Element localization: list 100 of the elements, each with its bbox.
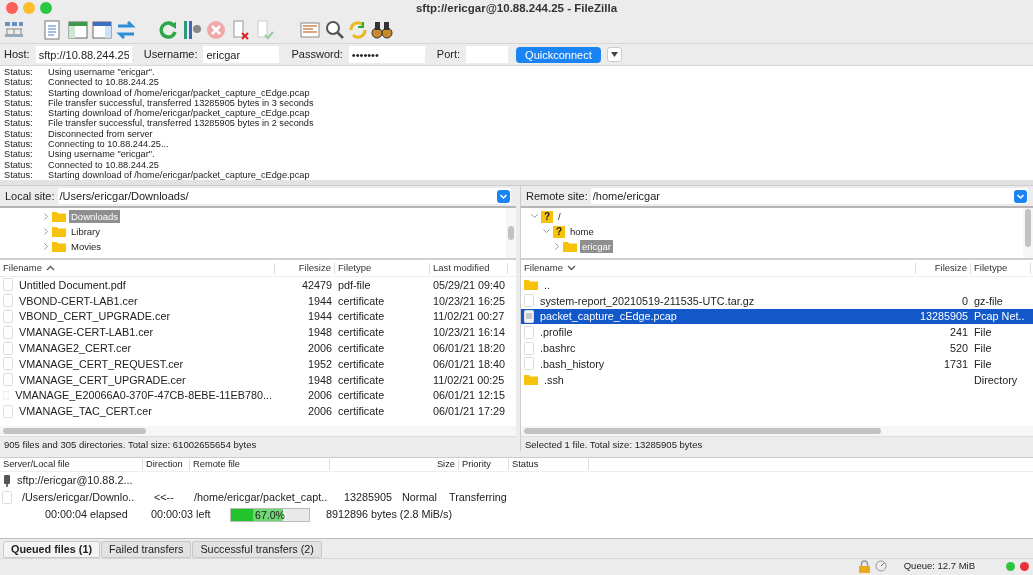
chevron-down-icon[interactable] bbox=[543, 229, 550, 234]
chevron-right-icon[interactable] bbox=[44, 213, 49, 220]
table-cell-text: 2006 bbox=[307, 388, 332, 404]
lock-icon bbox=[858, 559, 870, 573]
table-cell-text: 10/23/21 16:25 bbox=[433, 293, 506, 309]
tree-item[interactable]: Library bbox=[69, 225, 103, 238]
input-field[interactable]: ••••••• bbox=[348, 46, 425, 63]
file-row[interactable]: .bashrc 520 File bbox=[521, 340, 1033, 356]
column-header[interactable]: Direction bbox=[143, 459, 190, 470]
log-message: Using username "ericgar". bbox=[48, 67, 155, 78]
file-row[interactable]: packet_capture_cEdge.pcap 13285905 Pcap Net.. bbox=[521, 308, 1033, 325]
column-header[interactable]: Filename bbox=[521, 262, 916, 274]
file-row[interactable]: VMANAGE_CERT_UPGRADE.cer 1948 certificate 11/02/21 00:25 bbox=[0, 371, 516, 388]
input-field[interactable]: ericgar bbox=[203, 46, 280, 63]
file-name: VMANAGE_E20066A0-370F-47CB-8EBE-11EB780... bbox=[15, 388, 272, 404]
column-header[interactable]: Filename bbox=[0, 262, 275, 274]
column-header[interactable]: Last modified bbox=[430, 262, 508, 274]
column-header[interactable]: Server/Local file bbox=[0, 459, 143, 470]
file-name: packet_capture_cEdge.pcap bbox=[540, 309, 677, 325]
table-cell: 42479 bbox=[301, 277, 332, 293]
file-row[interactable]: .. bbox=[521, 277, 1033, 293]
file-name: VBOND_CERT_UPGRADE.cer bbox=[19, 309, 170, 325]
chevron-right-icon[interactable] bbox=[555, 243, 560, 250]
file-name: Untitled Document.pdf bbox=[19, 277, 126, 293]
tab[interactable]: Failed transfers bbox=[101, 541, 192, 558]
column-header[interactable]: Filesize bbox=[275, 262, 335, 274]
tab[interactable]: Successful transfers (2) bbox=[192, 541, 322, 558]
panel-icon[interactable] bbox=[91, 18, 113, 41]
file-icon bbox=[524, 294, 534, 308]
refresh-icon[interactable] bbox=[157, 18, 179, 41]
transfer-arrows-icon[interactable] bbox=[115, 18, 137, 41]
log-message: File transfer successful, transferred 13285905 bytes in 2 seconds bbox=[48, 118, 314, 129]
column-header[interactable]: Status bbox=[509, 459, 589, 470]
table-cell-text: 1944 bbox=[307, 293, 332, 309]
input-field[interactable]: sftp://10.88.244.25 bbox=[35, 46, 132, 63]
log-message: Using username "ericgar". bbox=[48, 149, 155, 160]
scrollbar[interactable] bbox=[506, 208, 516, 258]
file-icon bbox=[3, 278, 13, 292]
file-name: .bash_history bbox=[540, 356, 605, 372]
sliders-icon[interactable] bbox=[181, 18, 203, 41]
panel-icon[interactable] bbox=[67, 18, 89, 41]
search-icon[interactable] bbox=[323, 18, 345, 41]
path-field[interactable]: /Users/ericgar/Downloads/ bbox=[57, 188, 511, 204]
chevron-right-icon[interactable] bbox=[44, 243, 49, 250]
field-label: Password: bbox=[291, 47, 343, 63]
activity-light-icon bbox=[1020, 561, 1029, 571]
table-cell-text: 13285905 bbox=[919, 309, 968, 325]
column-header[interactable]: Remote file bbox=[190, 459, 330, 470]
chevron-right-icon[interactable] bbox=[44, 228, 49, 235]
chevron-down-icon[interactable] bbox=[531, 214, 538, 219]
table-cell-text: 1948 bbox=[307, 372, 332, 388]
tab[interactable]: Queued files (1) bbox=[3, 541, 100, 558]
file-row[interactable]: .profile 241 File bbox=[521, 324, 1033, 341]
table-cell-text: certificate bbox=[338, 341, 385, 356]
minimize-button[interactable] bbox=[23, 2, 35, 14]
file-row[interactable]: VBOND-CERT-LAB1.cer 1944 certificate 10/23/21 16:25 bbox=[0, 292, 516, 309]
caret-icon bbox=[610, 52, 618, 57]
path-field[interactable]: /home/ericgar bbox=[590, 188, 1028, 204]
file-row[interactable]: VMANAGE2_CERT.cer 2006 certificate 06/01/21 18:20 bbox=[0, 340, 516, 356]
file-row[interactable]: VMANAGE-CERT-LAB1.cer 1948 certificate 10/23/21 16:14 bbox=[0, 324, 516, 341]
tree-item[interactable]: Movies bbox=[69, 240, 104, 253]
file-row[interactable]: system-report_20210519-211535-UTC.tar.gz 0 gz-file bbox=[521, 292, 1033, 309]
log-label: Status: bbox=[3, 87, 34, 98]
file-row[interactable]: VMANAGE_CERT_REQUEST.cer 1952 certificate 06/01/21 18:40 bbox=[0, 356, 516, 372]
tree-item[interactable]: home bbox=[568, 225, 596, 238]
table-cell-text: 1952 bbox=[307, 356, 332, 372]
document-icon[interactable] bbox=[41, 18, 63, 41]
file-name: VMANAGE_TAC_CERT.cer bbox=[19, 404, 152, 420]
scrollbar[interactable] bbox=[521, 426, 1033, 436]
window-title: sftp://ericgar@10.88.244.25 - FileZilla bbox=[415, 1, 618, 16]
table-cell-text: File bbox=[974, 341, 992, 356]
table-cell-text: File bbox=[974, 325, 992, 341]
file-row[interactable]: VMANAGE_TAC_CERT.cer 2006 certificate 06/01/21 17:29 bbox=[0, 403, 516, 420]
file-row[interactable]: .ssh Directory bbox=[521, 371, 1033, 388]
zoom-button[interactable] bbox=[40, 2, 52, 14]
dropdown-button[interactable] bbox=[606, 47, 622, 62]
column-header[interactable]: Priority bbox=[459, 459, 509, 470]
scrollbar[interactable] bbox=[1023, 208, 1033, 258]
log-message: Connected to 10.88.244.25 bbox=[48, 159, 159, 170]
column-header[interactable]: Filetype bbox=[335, 262, 430, 274]
column-header[interactable]: Filetype bbox=[971, 262, 1031, 274]
file-row[interactable]: VMANAGE_E20066A0-370F-47CB-8EBE-11EB780... 2006 certificate 06/01/21 12:15 bbox=[0, 387, 516, 404]
log-label: Status: bbox=[3, 159, 34, 170]
file-row[interactable]: Untitled Document.pdf 42479 pdf-file 05/29/21 09:40 bbox=[0, 277, 516, 293]
quickconnect-button[interactable]: Quickconnect bbox=[516, 46, 601, 63]
close-button[interactable] bbox=[6, 2, 18, 14]
remote-file: /home/ericgar/packet_capt.. bbox=[194, 490, 329, 506]
column-header[interactable]: Size bbox=[330, 459, 459, 470]
table-cell-text: gz-file bbox=[974, 293, 1003, 309]
site-label: Local site: bbox=[5, 188, 55, 204]
tree-item[interactable]: / bbox=[556, 210, 563, 223]
table-cell-text: 0 bbox=[962, 293, 968, 309]
scrollbar[interactable] bbox=[0, 426, 516, 436]
column-header[interactable]: Filesize bbox=[916, 262, 971, 274]
table-cell-text: 06/01/21 17:29 bbox=[433, 404, 506, 420]
activity-light-icon bbox=[1006, 561, 1015, 571]
table-cell-text: 2006 bbox=[307, 404, 332, 420]
file-row[interactable]: .bash_history 1731 File bbox=[521, 356, 1033, 372]
file-row[interactable]: VBOND_CERT_UPGRADE.cer 1944 certificate 11/02/21 00:27 bbox=[0, 308, 516, 325]
log-label: Status: bbox=[3, 169, 34, 180]
